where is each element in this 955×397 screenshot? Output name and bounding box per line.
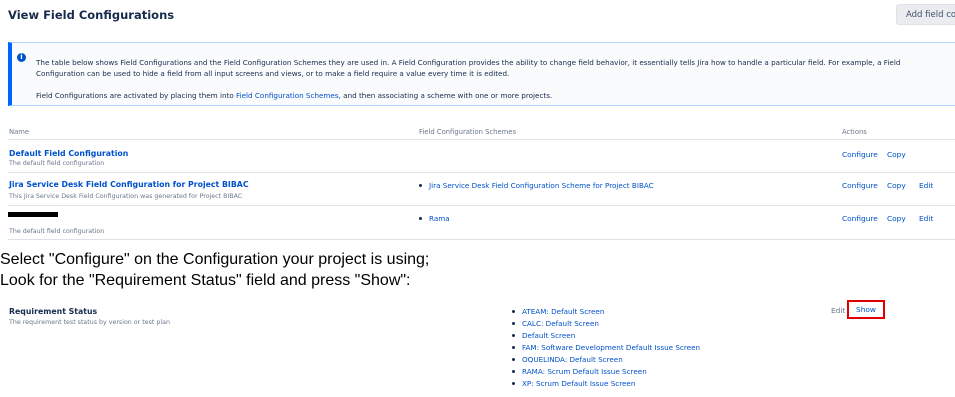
copy-link[interactable]: Copy [887,181,906,190]
screen-link[interactable]: OQUELINDA: Default Screen [512,355,623,364]
screen-link[interactable]: XP: Scrum Default Issue Screen [512,379,635,388]
column-header-name: Name [9,128,30,136]
instruction-line-2: Look for the "Requirement Status" field … [0,272,411,289]
bullet [512,345,515,349]
field-description: The requirement test status by version o… [9,319,170,326]
info-text-line-1: The table below shows Field Configuratio… [36,58,901,67]
edit-link[interactable]: Edit [919,181,933,190]
bullet [512,369,515,373]
scheme-link[interactable]: Rama [419,214,450,223]
screen-link[interactable]: ATEAM: Default Screen [512,307,604,316]
configure-link[interactable]: Configure [842,150,878,159]
bullet [512,333,515,337]
field-config-description: This Jira Service Desk Field Configurati… [9,193,243,200]
column-header-schemes: Field Configuration Schemes [419,128,516,136]
table-row-divider [8,239,955,240]
bullet [512,309,515,313]
add-field-configuration-button[interactable]: Add field configuration [896,4,955,25]
field-config-name-link[interactable]: Jira Service Desk Field Configuration fo… [9,180,249,189]
scheme-link[interactable]: Jira Service Desk Field Configuration Sc… [419,181,654,190]
redacted-name [8,212,58,217]
table-row-divider [8,205,955,206]
field-configuration-schemes-link[interactable]: Field Configuration Schemes [236,91,339,100]
screen-link[interactable]: Default Screen [512,331,575,340]
table-row-divider [8,172,955,173]
info-text-line-2: Configuration can be used to hide a fiel… [36,69,510,78]
show-link[interactable]: Show [847,300,885,319]
screen-link[interactable]: RAMA: Scrum Default Issue Screen [512,367,647,376]
instruction-line-1: Select "Configure" on the Configuration … [0,251,430,268]
bullet [419,216,422,220]
page-title: View Field Configurations [8,8,175,22]
bullet [512,357,515,361]
info-text-line-3: Field Configurations are activated by pl… [36,91,553,100]
screen-link[interactable]: FAM: Software Development Default Issue … [512,343,700,352]
copy-link[interactable]: Copy [887,150,906,159]
column-header-actions: Actions [842,128,867,136]
bullet [512,381,515,385]
field-name: Requirement Status [9,307,98,316]
field-config-description: The default field configuration [9,160,105,167]
table-divider [8,139,955,140]
field-config-name-link[interactable]: Default Field Configuration [9,149,128,158]
copy-link[interactable]: Copy [887,214,906,223]
screen-link[interactable]: CALC: Default Screen [512,319,599,328]
info-icon: i [17,53,26,62]
edit-link[interactable]: Edit [919,214,933,223]
field-config-description: The default field configuration [9,228,105,235]
configure-link[interactable]: Configure [842,214,878,223]
bullet [419,183,422,187]
edit-link[interactable]: Edit [831,306,845,315]
bullet [512,321,515,325]
configure-link[interactable]: Configure [842,181,878,190]
